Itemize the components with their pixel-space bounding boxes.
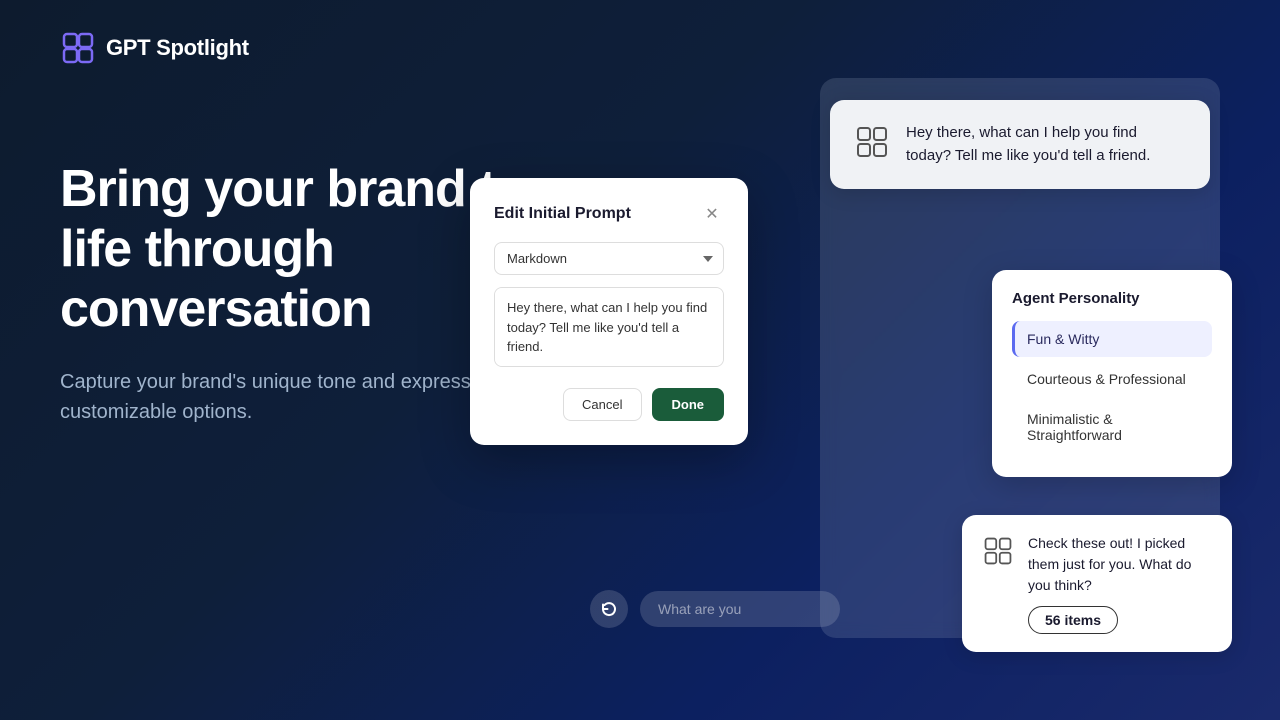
chat-input-placeholder[interactable]: What are you — [640, 591, 840, 627]
modal-actions: Cancel Done — [494, 388, 724, 421]
done-button[interactable]: Done — [652, 388, 725, 421]
chat-bottom-message: Check these out! I picked them just for … — [1028, 533, 1212, 596]
modal-close-button[interactable]: ✕ — [700, 202, 724, 226]
cancel-button[interactable]: Cancel — [563, 388, 641, 421]
format-select[interactable]: Markdown Plain Text HTML — [494, 242, 724, 275]
app-name: GPT Spotlight — [106, 35, 249, 61]
prompt-textarea[interactable]: Hey there, what can I help you find toda… — [494, 287, 724, 367]
chat-icon-bottom — [982, 535, 1014, 567]
hero-heading: Bring your brand to life through convers… — [60, 160, 540, 339]
chat-top-message: Hey there, what can I help you find toda… — [906, 122, 1186, 167]
hero-section: Bring your brand to life through convers… — [60, 160, 540, 427]
personality-item-courteous[interactable]: Courteous & Professional — [1012, 361, 1212, 397]
chat-bubble-top: Hey there, what can I help you find toda… — [830, 100, 1210, 189]
refresh-button[interactable] — [590, 590, 628, 628]
modal-title: Edit Initial Prompt — [494, 205, 631, 223]
modal-header: Edit Initial Prompt ✕ — [494, 202, 724, 226]
app-logo-icon — [60, 30, 96, 66]
personality-panel-title: Agent Personality — [1012, 290, 1212, 307]
chat-input-row: What are you — [590, 590, 840, 628]
personality-item-minimalistic[interactable]: Minimalistic & Straightforward — [1012, 401, 1212, 453]
chat-icon-top — [854, 124, 890, 160]
personality-panel: Agent Personality Fun & Witty Courteous … — [992, 270, 1232, 477]
chat-bubble-bottom: Check these out! I picked them just for … — [962, 515, 1232, 652]
personality-item-fun-witty[interactable]: Fun & Witty — [1012, 321, 1212, 357]
hero-subtext: Capture your brand's unique tone and exp… — [60, 367, 540, 427]
app-header: GPT Spotlight — [60, 30, 249, 66]
items-badge[interactable]: 56 items — [1028, 606, 1118, 634]
edit-prompt-modal: Edit Initial Prompt ✕ Markdown Plain Tex… — [470, 178, 748, 445]
